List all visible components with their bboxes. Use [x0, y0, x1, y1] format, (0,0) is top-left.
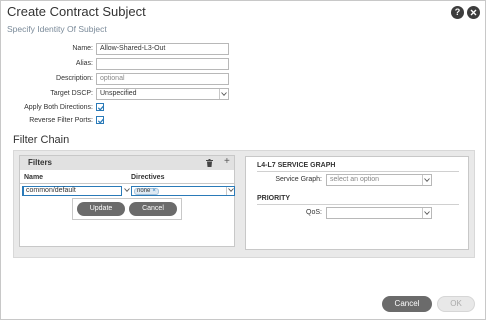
plus-icon[interactable]: +: [224, 156, 230, 168]
cancel-button[interactable]: Cancel: [382, 296, 432, 312]
column-header-name: Name: [24, 174, 44, 181]
target-dscp-select[interactable]: Unspecified: [96, 88, 229, 100]
chevron-down-icon[interactable]: [123, 186, 131, 196]
checkmark-icon: [97, 105, 105, 111]
remove-tag-icon[interactable]: ×: [152, 188, 156, 194]
reverse-filter-ports-label: Reverse Filter Ports:: [29, 117, 93, 124]
service-graph-section-title: L4-L7 SERVICE GRAPH: [257, 162, 336, 169]
service-graph-label: Service Graph:: [275, 176, 322, 183]
filters-title: Filters: [28, 158, 53, 167]
qos-select[interactable]: [326, 207, 432, 219]
alias-label: Alias:: [75, 60, 93, 67]
chevron-down-icon: [422, 208, 431, 218]
priority-section-title: PRIORITY: [257, 195, 291, 202]
service-graph-select[interactable]: select an option: [326, 174, 432, 186]
directive-tag-label: none: [137, 188, 151, 194]
service-graph-placeholder: select an option: [330, 176, 380, 183]
apply-both-directions-label: Apply Both Directions:: [24, 104, 93, 111]
filters-header: Filters +: [20, 156, 234, 170]
section-divider: [257, 204, 459, 205]
qos-label: QoS:: [306, 209, 322, 216]
filter-edit-row: common/default none ×: [21, 186, 235, 196]
chevron-down-icon: [219, 89, 228, 99]
directives-select[interactable]: none ×: [131, 186, 235, 196]
chevron-down-icon: [422, 175, 431, 185]
header-divider: [20, 183, 234, 184]
service-graph-panel: L4-L7 SERVICE GRAPH Service Graph: selec…: [245, 156, 469, 250]
description-input[interactable]: optional: [96, 73, 229, 85]
filters-table: Filters + Name Directives common/default…: [19, 155, 235, 247]
row-action-popover: Update Cancel: [72, 198, 182, 220]
checkmark-icon: [97, 118, 105, 124]
update-button[interactable]: Update: [77, 202, 125, 216]
target-dscp-value: Unspecified: [100, 90, 137, 97]
dialog-subtitle: Specify Identity Of Subject: [7, 24, 107, 34]
chevron-down-icon[interactable]: [226, 187, 234, 195]
target-dscp-label: Target DSCP:: [50, 90, 93, 97]
reverse-filter-ports-checkbox[interactable]: [96, 116, 105, 124]
section-divider: [257, 171, 459, 172]
question-mark-icon[interactable]: ?: [451, 6, 464, 19]
header-icons: ?: [451, 6, 480, 19]
name-label: Name:: [72, 45, 93, 52]
apply-both-directions-checkbox[interactable]: [96, 103, 105, 111]
close-icon[interactable]: [467, 6, 480, 19]
directive-tag: none ×: [134, 188, 159, 195]
filter-name-input[interactable]: common/default: [22, 186, 122, 196]
create-contract-subject-dialog: Create Contract Subject Specify Identity…: [0, 0, 486, 320]
ok-button[interactable]: OK: [437, 296, 475, 312]
alias-input[interactable]: [96, 58, 229, 70]
trash-icon[interactable]: [206, 159, 213, 167]
column-header-directives: Directives: [131, 174, 165, 181]
filter-chain-title: Filter Chain: [13, 134, 70, 146]
dialog-title: Create Contract Subject: [7, 4, 146, 19]
name-input[interactable]: Allow-Shared-L3-Out: [96, 43, 229, 55]
row-cancel-button[interactable]: Cancel: [129, 202, 177, 216]
description-label: Description:: [56, 75, 93, 82]
